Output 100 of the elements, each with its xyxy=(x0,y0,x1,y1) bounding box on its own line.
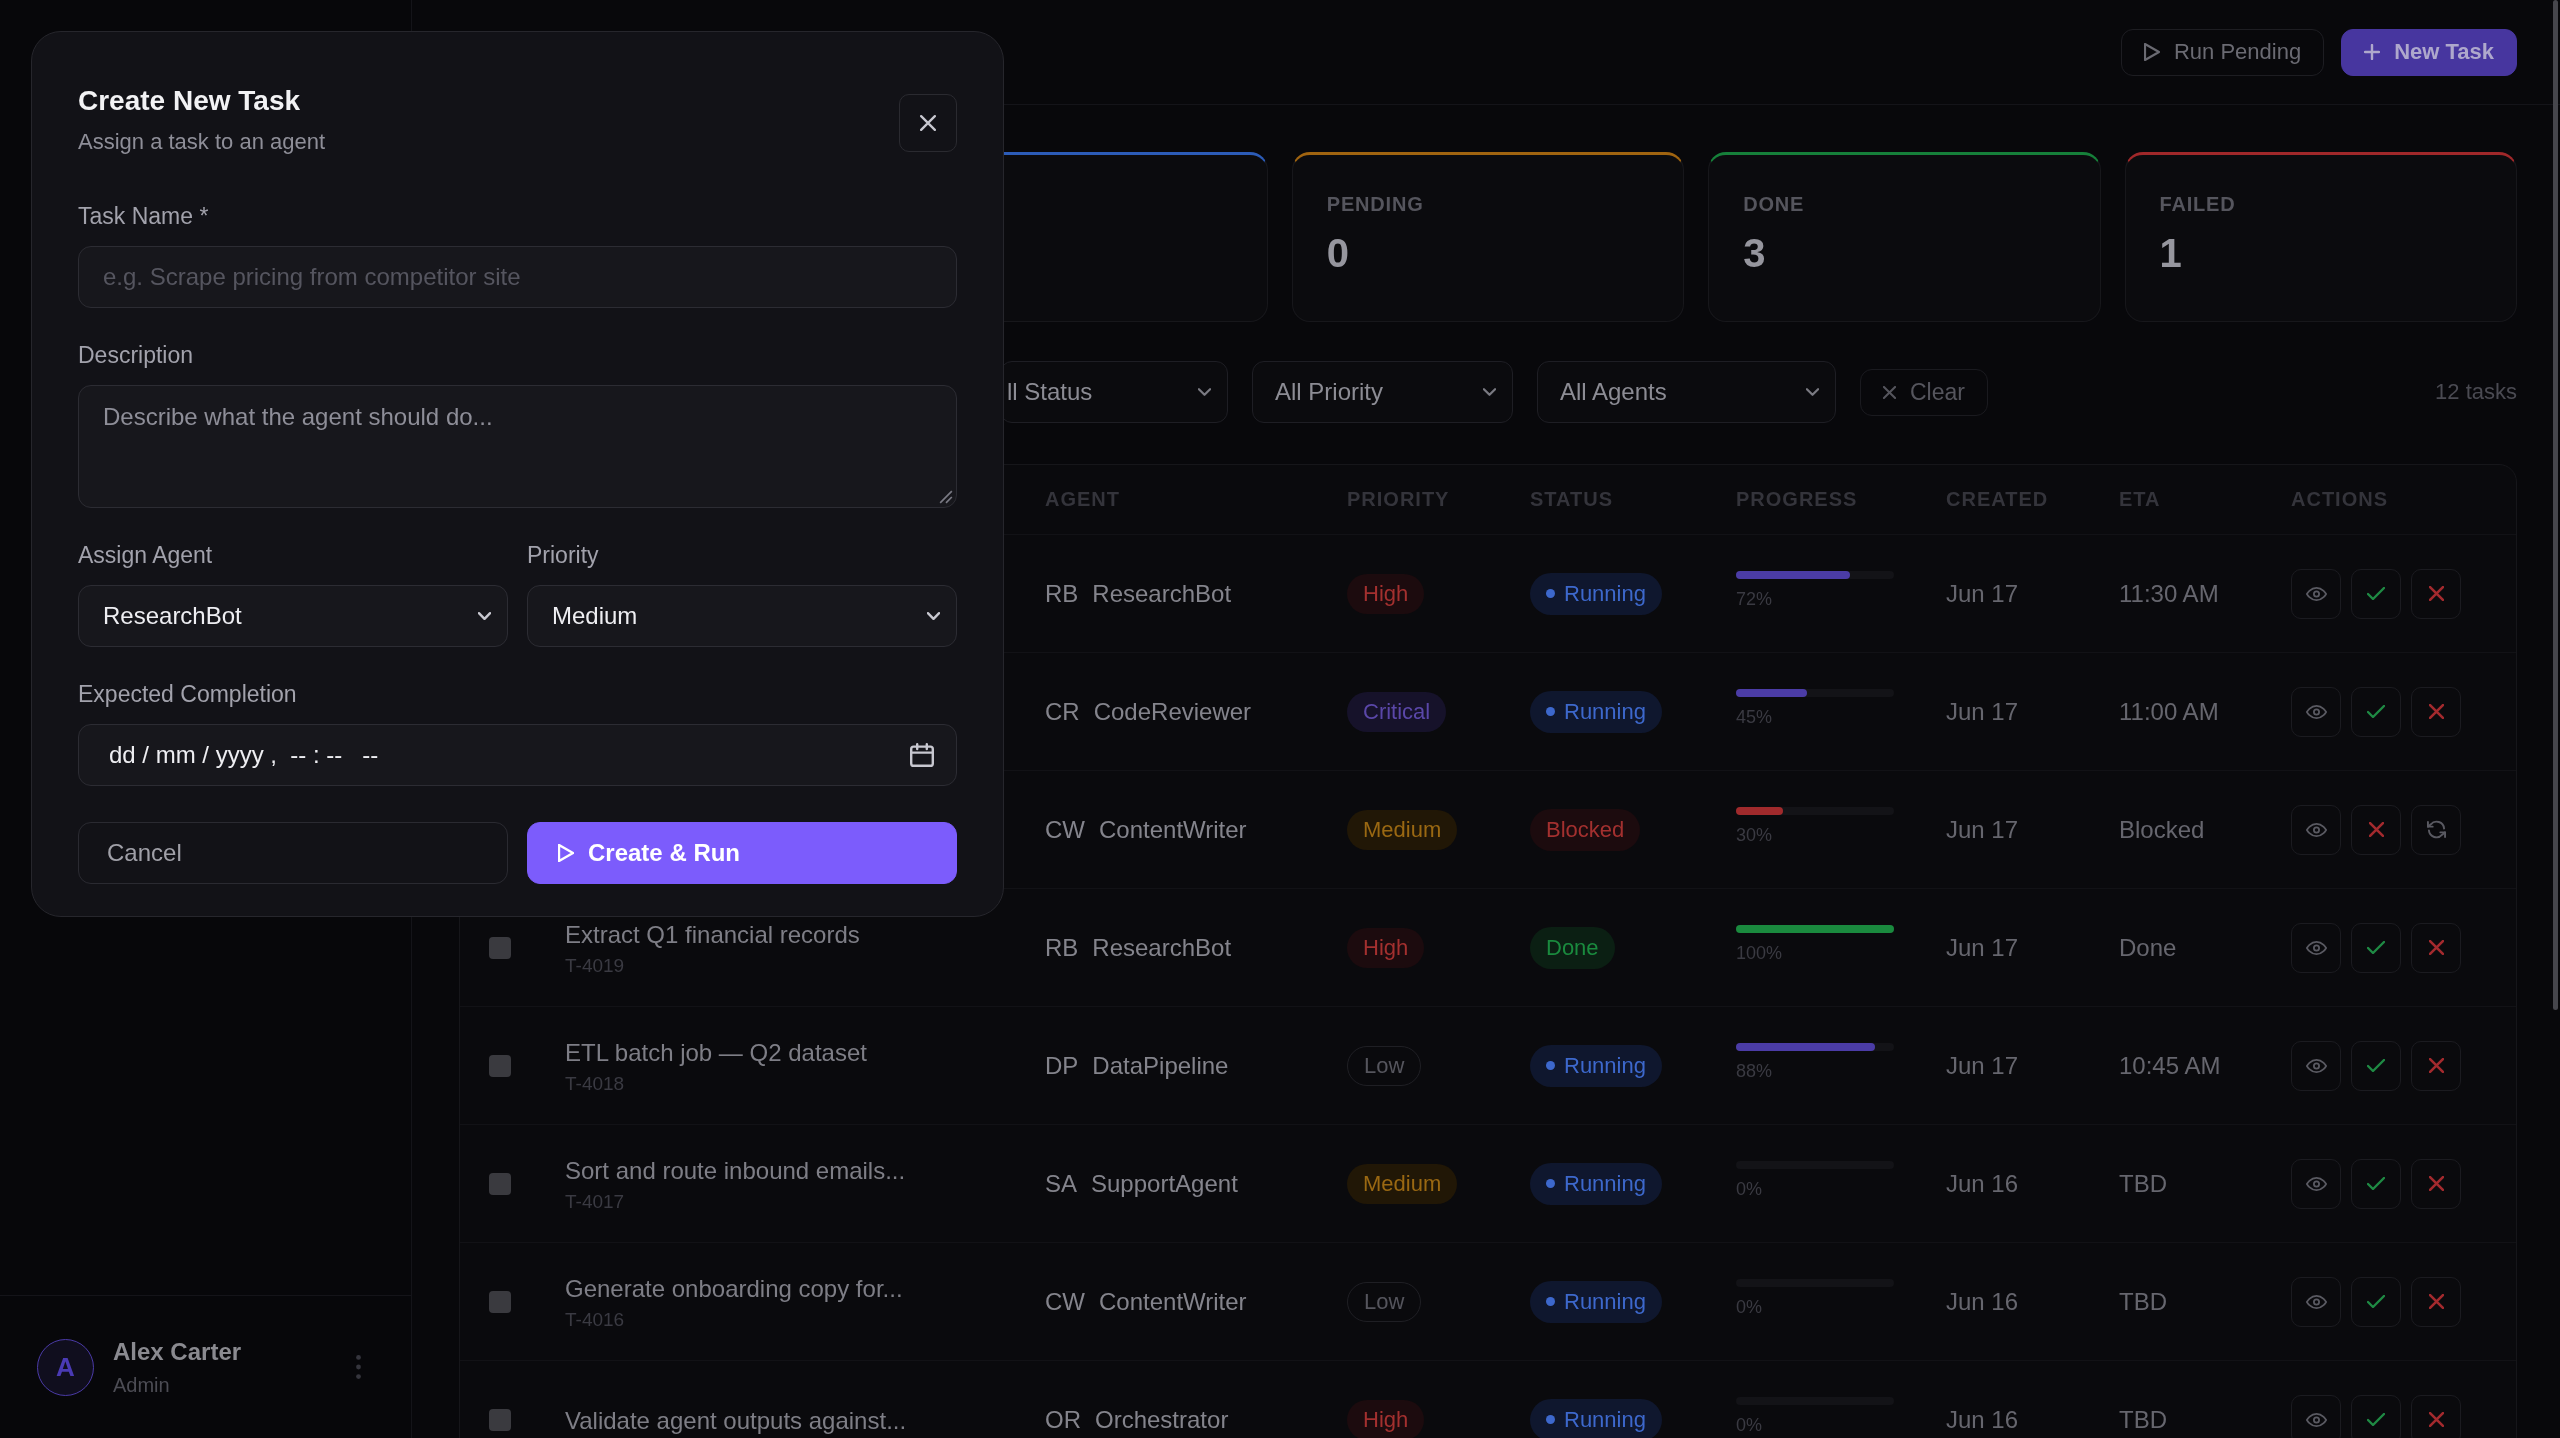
plus-icon xyxy=(2364,44,2381,60)
field-label: Expected Completion xyxy=(78,680,297,708)
view-button[interactable] xyxy=(2291,686,2341,737)
view-button[interactable] xyxy=(2291,568,2341,619)
agent-initials: RB xyxy=(1045,933,1079,962)
status-text: Blocked xyxy=(1546,816,1625,843)
approve-button[interactable] xyxy=(2351,1394,2401,1438)
eye-icon xyxy=(2305,704,2327,719)
filter-select[interactable]: All Agents xyxy=(1537,361,1836,423)
description-textarea[interactable]: Describe what the agent should do... xyxy=(78,385,957,508)
eye-icon xyxy=(2305,822,2327,837)
cancel-task-button[interactable] xyxy=(2411,1394,2461,1438)
stat-value: 1 xyxy=(2159,230,2182,276)
priority-select[interactable]: Medium xyxy=(527,585,957,647)
agent-initials: RB xyxy=(1045,579,1079,608)
field-label: Description xyxy=(78,341,194,369)
eta-time: TBD xyxy=(2119,1405,2167,1433)
scrollbar-thumb[interactable] xyxy=(2553,0,2558,1010)
task-name: Generate onboarding copy for... xyxy=(565,1274,903,1303)
agent-initials: CW xyxy=(1045,815,1085,844)
cancel-task-button[interactable] xyxy=(2411,1158,2461,1209)
cancel-task-button[interactable] xyxy=(2411,1276,2461,1327)
view-button[interactable] xyxy=(2291,1158,2341,1209)
agent-name: SupportAgent xyxy=(1091,1169,1238,1198)
close-button[interactable] xyxy=(899,94,957,152)
view-button[interactable] xyxy=(2291,922,2341,973)
eye-icon xyxy=(2305,940,2327,955)
cross-icon xyxy=(2428,586,2444,601)
approve-button[interactable] xyxy=(2351,686,2401,737)
approve-button[interactable] xyxy=(2351,1276,2401,1327)
status-text: Running xyxy=(1564,580,1646,607)
agent-name: CodeReviewer xyxy=(1093,697,1252,726)
status-dot-icon xyxy=(1546,1415,1555,1424)
approve-button[interactable] xyxy=(2351,568,2401,619)
status-text: Running xyxy=(1564,1288,1646,1315)
agent-initials: DP xyxy=(1045,1051,1079,1080)
filter-select[interactable]: All Priority xyxy=(1252,361,1513,423)
approve-button[interactable] xyxy=(2351,1040,2401,1091)
priority-badge: High xyxy=(1347,1399,1425,1438)
field-label: Assign Agent xyxy=(78,541,213,569)
agent-name: ResearchBot xyxy=(1092,933,1232,962)
view-button[interactable] xyxy=(2291,804,2341,855)
priority-badge: Critical xyxy=(1347,691,1447,732)
retry-button[interactable] xyxy=(2411,804,2461,855)
approve-button[interactable] xyxy=(2351,922,2401,973)
row-checkbox[interactable] xyxy=(489,1054,511,1077)
agent-select[interactable]: ResearchBot xyxy=(78,585,508,647)
cancel-task-button[interactable] xyxy=(2411,922,2461,973)
task-count: 12 tasks xyxy=(2435,379,2517,405)
view-button[interactable] xyxy=(2291,1276,2341,1327)
task-name: Sort and route inbound emails... xyxy=(565,1156,906,1185)
status-dot-icon xyxy=(1546,1061,1555,1070)
chevron-down-icon xyxy=(1198,388,1211,396)
created-date: Jun 17 xyxy=(1946,697,2019,725)
status-dot-icon xyxy=(1546,589,1555,598)
created-date: Jun 17 xyxy=(1946,815,2019,843)
check-icon xyxy=(2367,1059,2385,1072)
resize-grip-icon[interactable] xyxy=(939,490,953,504)
cancel-task-button[interactable] xyxy=(2411,568,2461,619)
agent-name: Orchestrator xyxy=(1095,1405,1229,1434)
new-task-button[interactable]: New Task xyxy=(2341,28,2517,76)
cross-icon xyxy=(2428,1412,2444,1427)
field-label: Task Name * xyxy=(78,202,209,230)
agent-initials: CW xyxy=(1045,1287,1085,1316)
eta-time: 11:00 AM xyxy=(2119,697,2219,725)
cancel-task-button[interactable] xyxy=(2411,1040,2461,1091)
view-button[interactable] xyxy=(2291,1394,2341,1438)
modal-subtitle: Assign a task to an agent xyxy=(78,128,326,156)
kebab-menu-icon[interactable] xyxy=(355,1355,362,1379)
view-button[interactable] xyxy=(2291,1040,2341,1091)
created-date: Jun 16 xyxy=(1946,1405,2019,1433)
datetime-input[interactable]: dd / mm / yyyy , -- : -- -- xyxy=(78,724,957,786)
row-checkbox[interactable] xyxy=(489,1172,511,1195)
cancel-task-button[interactable] xyxy=(2351,804,2401,855)
eta-time: TBD xyxy=(2119,1169,2167,1197)
cross-icon xyxy=(2428,1058,2444,1073)
create-and-run-button[interactable]: Create & Run xyxy=(527,822,957,884)
run-pending-button[interactable]: Run Pending xyxy=(2120,28,2325,76)
task-name: Validate agent outputs against... xyxy=(565,1406,907,1435)
agent-initials: SA xyxy=(1045,1169,1077,1198)
cancel-task-button[interactable] xyxy=(2411,686,2461,737)
calendar-icon[interactable] xyxy=(910,743,934,767)
chevron-down-icon xyxy=(1806,388,1819,396)
agent-name: ContentWriter xyxy=(1099,1287,1247,1316)
eye-icon xyxy=(2305,1058,2327,1073)
row-checkbox[interactable] xyxy=(489,936,511,959)
agent-name: ResearchBot xyxy=(1092,579,1232,608)
task-name-input[interactable]: e.g. Scrape pricing from competitor site xyxy=(78,246,957,308)
row-checkbox[interactable] xyxy=(489,1408,511,1431)
check-icon xyxy=(2367,1295,2385,1308)
cancel-button[interactable]: Cancel xyxy=(78,822,508,884)
agent-name: ContentWriter xyxy=(1099,815,1247,844)
eta-time: TBD xyxy=(2119,1287,2167,1315)
check-icon xyxy=(2367,1413,2385,1426)
approve-button[interactable] xyxy=(2351,1158,2401,1209)
priority-badge: Medium xyxy=(1347,809,1458,850)
cross-icon xyxy=(2428,704,2444,719)
check-icon xyxy=(2367,587,2385,600)
close-icon xyxy=(920,115,936,131)
row-checkbox[interactable] xyxy=(489,1290,511,1313)
